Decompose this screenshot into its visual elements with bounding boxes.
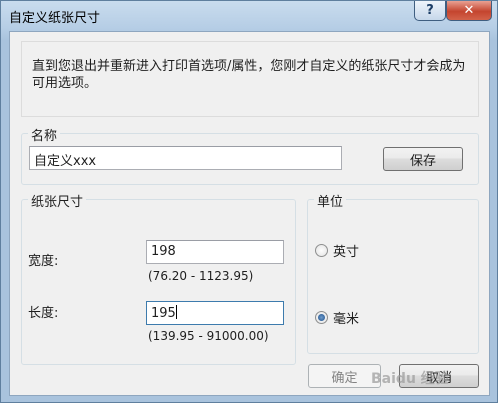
close-icon: ✕ — [463, 3, 475, 18]
width-label: 宽度: — [28, 254, 59, 269]
dialog-window: 自定义纸张尺寸 ? ✕ 直到您退出并重新进入打印首选项/属性，您刚才自定义的纸张… — [0, 0, 498, 403]
dialog-client-area: 直到您退出并重新进入打印首选项/属性，您刚才自定义的纸张尺寸才会成为可用选项。 … — [9, 31, 490, 396]
unit-group-label: 单位 — [314, 191, 347, 210]
help-button[interactable]: ? — [414, 1, 446, 21]
length-range: (139.95 - 91000.00) — [148, 329, 269, 343]
width-input[interactable]: 198 — [146, 240, 284, 264]
name-group: 名称 自定义xxx 保存 — [21, 125, 479, 185]
dialog-title: 自定义纸张尺寸 — [9, 11, 101, 26]
radio-mm[interactable] — [315, 311, 328, 324]
length-input[interactable]: 195 — [146, 301, 284, 325]
length-value: 195 — [151, 306, 176, 321]
radio-selected-dot — [318, 314, 325, 321]
paper-name-input[interactable]: 自定义xxx — [29, 146, 342, 170]
help-icon: ? — [426, 3, 434, 18]
paper-size-group: 纸张尺寸 宽度: 198 (76.20 - 1123.95) 长度: 195 (… — [21, 191, 296, 365]
unit-option-label: 毫米 — [333, 312, 360, 327]
unit-option-label: 英寸 — [333, 245, 360, 260]
unit-option-inch[interactable]: 英寸 — [315, 241, 359, 260]
width-range: (76.20 - 1123.95) — [148, 269, 254, 283]
unit-group: 单位 英寸 毫米 — [307, 191, 479, 354]
radio-inch[interactable] — [315, 244, 328, 257]
text-caret — [175, 305, 177, 319]
save-button[interactable]: 保存 — [383, 147, 463, 171]
close-button[interactable]: ✕ — [446, 1, 492, 21]
length-label: 长度: — [28, 306, 59, 321]
info-message: 直到您退出并重新进入打印首选项/属性，您刚才自定义的纸张尺寸才会成为可用选项。 — [32, 59, 466, 91]
info-panel: 直到您退出并重新进入打印首选项/属性，您刚才自定义的纸张尺寸才会成为可用选项。 — [21, 41, 479, 117]
unit-option-mm[interactable]: 毫米 — [315, 308, 359, 327]
watermark-logo: Baidu 经验 — [371, 371, 449, 387]
name-group-label: 名称 — [28, 125, 61, 144]
title-bar[interactable]: 自定义纸张尺寸 ? ✕ — [1, 1, 497, 31]
paper-size-group-label: 纸张尺寸 — [28, 191, 87, 210]
